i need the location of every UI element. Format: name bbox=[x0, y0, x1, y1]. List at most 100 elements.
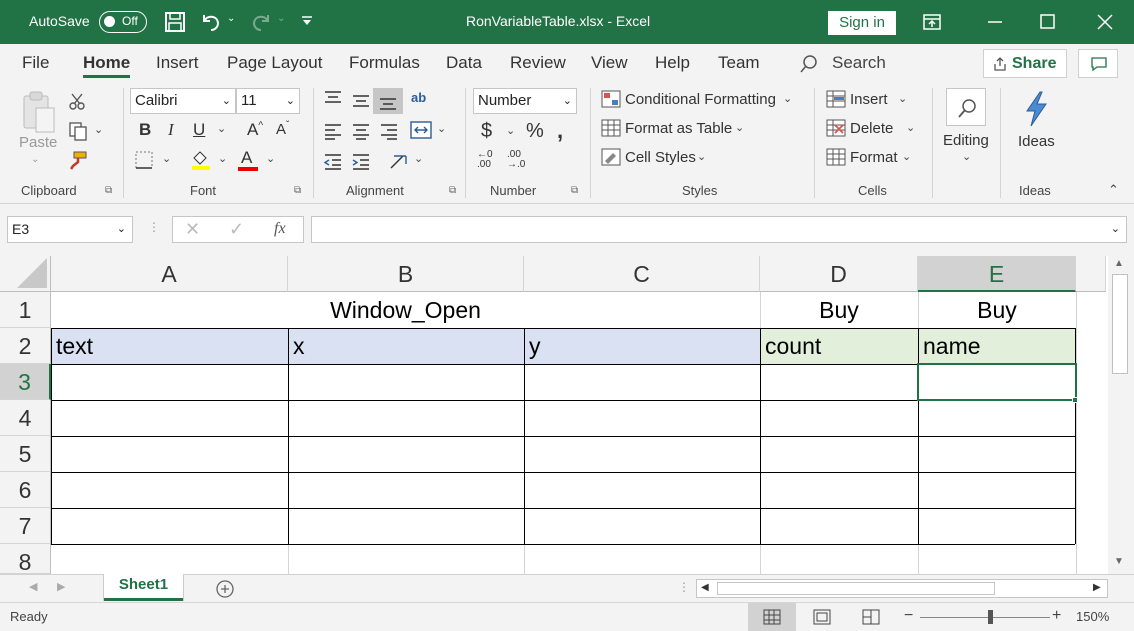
row-header-5[interactable]: 5 bbox=[0, 436, 51, 472]
normal-view-button[interactable] bbox=[748, 603, 796, 631]
tab-review[interactable]: Review bbox=[510, 53, 566, 73]
tab-help[interactable]: Help bbox=[655, 53, 690, 73]
font-color-icon[interactable]: A bbox=[241, 148, 252, 168]
orientation-icon[interactable]: ab bbox=[411, 90, 426, 105]
page-layout-view-icon[interactable] bbox=[813, 609, 831, 625]
currency-dropdown-icon[interactable]: ⌄ bbox=[506, 124, 515, 137]
format-table-dropdown-icon[interactable]: ⌄ bbox=[735, 121, 744, 134]
tab-data[interactable]: Data bbox=[446, 53, 482, 73]
cell-styles-dropdown-icon[interactable]: ⌄ bbox=[697, 150, 706, 163]
row-header-4[interactable]: 4 bbox=[0, 400, 51, 436]
vertical-scrollbar[interactable]: ▲ ▼ bbox=[1108, 256, 1134, 574]
undo-dropdown-icon[interactable]: ⌄ bbox=[227, 13, 235, 24]
ribbon-display-icon[interactable] bbox=[922, 13, 942, 31]
editing-label[interactable]: Editing bbox=[943, 132, 989, 149]
align-top-icon[interactable] bbox=[323, 90, 343, 108]
format-cells-button[interactable]: Format bbox=[850, 149, 898, 166]
cond-format-dropdown-icon[interactable]: ⌄ bbox=[783, 92, 792, 105]
tab-split-handle-icon[interactable]: ⋮ bbox=[678, 580, 690, 594]
tab-file[interactable]: File bbox=[22, 53, 49, 73]
insert-cells-dropdown-icon[interactable]: ⌄ bbox=[898, 92, 907, 105]
number-format-select[interactable]: Number ⌄ bbox=[473, 88, 577, 114]
align-bottom-button[interactable] bbox=[373, 88, 403, 114]
customize-qat-icon[interactable] bbox=[300, 15, 314, 27]
ideas-button[interactable]: Ideas bbox=[1018, 133, 1055, 150]
align-left-icon[interactable] bbox=[323, 122, 343, 140]
increase-font-icon[interactable]: A^ bbox=[247, 120, 263, 140]
lightning-icon[interactable] bbox=[1021, 90, 1051, 128]
tab-view[interactable]: View bbox=[591, 53, 628, 73]
increase-decimal-icon[interactable]: ←0.00 bbox=[477, 150, 493, 170]
minimize-icon[interactable] bbox=[986, 13, 1004, 31]
vertical-scroll-thumb[interactable] bbox=[1112, 274, 1128, 374]
share-button[interactable]: Share bbox=[983, 49, 1067, 78]
alignment-launcher-icon[interactable]: ⧉ bbox=[449, 185, 456, 196]
column-header-d[interactable]: D bbox=[760, 256, 918, 292]
selected-cell-e3[interactable] bbox=[917, 363, 1077, 401]
conditional-formatting-button[interactable]: Conditional Formatting bbox=[625, 91, 776, 108]
collapse-ribbon-icon[interactable]: ⌃ bbox=[1108, 182, 1119, 198]
scroll-left-icon[interactable]: ◀ bbox=[701, 582, 709, 593]
tab-team[interactable]: Team bbox=[718, 53, 760, 73]
copy-dropdown-icon[interactable]: ⌄ bbox=[94, 123, 103, 136]
comments-button[interactable] bbox=[1078, 49, 1118, 78]
column-header-b[interactable]: B bbox=[288, 256, 524, 292]
wrap-text-icon[interactable] bbox=[388, 150, 410, 172]
row-header-6[interactable]: 6 bbox=[0, 472, 51, 508]
undo-icon[interactable] bbox=[199, 11, 223, 33]
editing-button[interactable] bbox=[946, 88, 986, 126]
merge-dropdown-icon[interactable]: ⌄ bbox=[437, 122, 446, 135]
select-all-button[interactable] bbox=[0, 256, 51, 292]
editing-dropdown-icon[interactable]: ⌄ bbox=[962, 150, 971, 163]
tab-insert[interactable]: Insert bbox=[156, 53, 199, 73]
delete-cells-dropdown-icon[interactable]: ⌄ bbox=[906, 121, 915, 134]
tab-page-layout[interactable]: Page Layout bbox=[227, 53, 322, 73]
cell-c2[interactable]: y bbox=[524, 328, 760, 364]
add-sheet-icon[interactable] bbox=[215, 579, 235, 599]
cell-a1-merged[interactable]: Window_Open bbox=[51, 292, 760, 328]
insert-cells-button[interactable]: Insert bbox=[850, 91, 888, 108]
cell-e1[interactable]: Buy bbox=[918, 292, 1076, 328]
row-header-7[interactable]: 7 bbox=[0, 508, 51, 544]
italic-icon[interactable]: I bbox=[168, 120, 174, 140]
font-launcher-icon[interactable]: ⧉ bbox=[294, 185, 301, 196]
next-sheet-icon[interactable]: ▶ bbox=[57, 580, 65, 593]
zoom-out-icon[interactable]: − bbox=[904, 607, 913, 625]
zoom-slider-thumb[interactable] bbox=[988, 610, 993, 624]
column-header-a[interactable]: A bbox=[51, 256, 288, 292]
align-center-icon[interactable] bbox=[351, 122, 371, 140]
tab-home[interactable]: Home bbox=[83, 53, 130, 73]
row-header-8[interactable]: 8 bbox=[0, 544, 51, 575]
currency-icon[interactable]: $ bbox=[481, 120, 492, 143]
zoom-level[interactable]: 150% bbox=[1076, 609, 1109, 624]
zoom-in-icon[interactable]: + bbox=[1052, 607, 1061, 625]
search-icon[interactable] bbox=[799, 54, 819, 74]
cut-icon[interactable] bbox=[68, 92, 86, 110]
page-break-view-icon[interactable] bbox=[862, 609, 880, 625]
scroll-up-icon[interactable]: ▲ bbox=[1114, 258, 1124, 269]
fill-dropdown-icon[interactable]: ⌄ bbox=[218, 152, 227, 165]
font-size-select[interactable]: 11 ⌄ bbox=[236, 88, 300, 114]
merge-center-icon[interactable] bbox=[409, 120, 433, 140]
save-icon[interactable] bbox=[164, 11, 186, 33]
scroll-right-icon[interactable]: ▶ bbox=[1093, 582, 1101, 593]
cell-styles-button[interactable]: Cell Styles bbox=[625, 149, 696, 166]
fill-color-icon[interactable] bbox=[190, 148, 212, 170]
comma-style-icon[interactable]: , bbox=[557, 118, 563, 144]
underline-icon[interactable]: U bbox=[193, 120, 205, 140]
align-right-icon[interactable] bbox=[379, 122, 399, 140]
sheet-tab-sheet1[interactable]: Sheet1 bbox=[104, 574, 183, 601]
formula-input[interactable]: ⌄ bbox=[311, 216, 1127, 243]
row-header-1[interactable]: 1 bbox=[0, 292, 51, 328]
cell-d1[interactable]: Buy bbox=[760, 292, 918, 328]
clipboard-launcher-icon[interactable]: ⧉ bbox=[105, 185, 112, 196]
zoom-slider[interactable] bbox=[920, 617, 1050, 618]
increase-indent-icon[interactable] bbox=[351, 152, 371, 170]
horizontal-scroll-thumb[interactable] bbox=[717, 582, 995, 595]
insert-function-icon[interactable]: fx bbox=[274, 220, 286, 238]
sign-in-button[interactable]: Sign in bbox=[828, 11, 896, 35]
borders-dropdown-icon[interactable]: ⌄ bbox=[162, 152, 171, 165]
copy-icon[interactable] bbox=[68, 121, 88, 141]
row-header-2[interactable]: 2 bbox=[0, 328, 51, 364]
cell-b2[interactable]: x bbox=[288, 328, 524, 364]
